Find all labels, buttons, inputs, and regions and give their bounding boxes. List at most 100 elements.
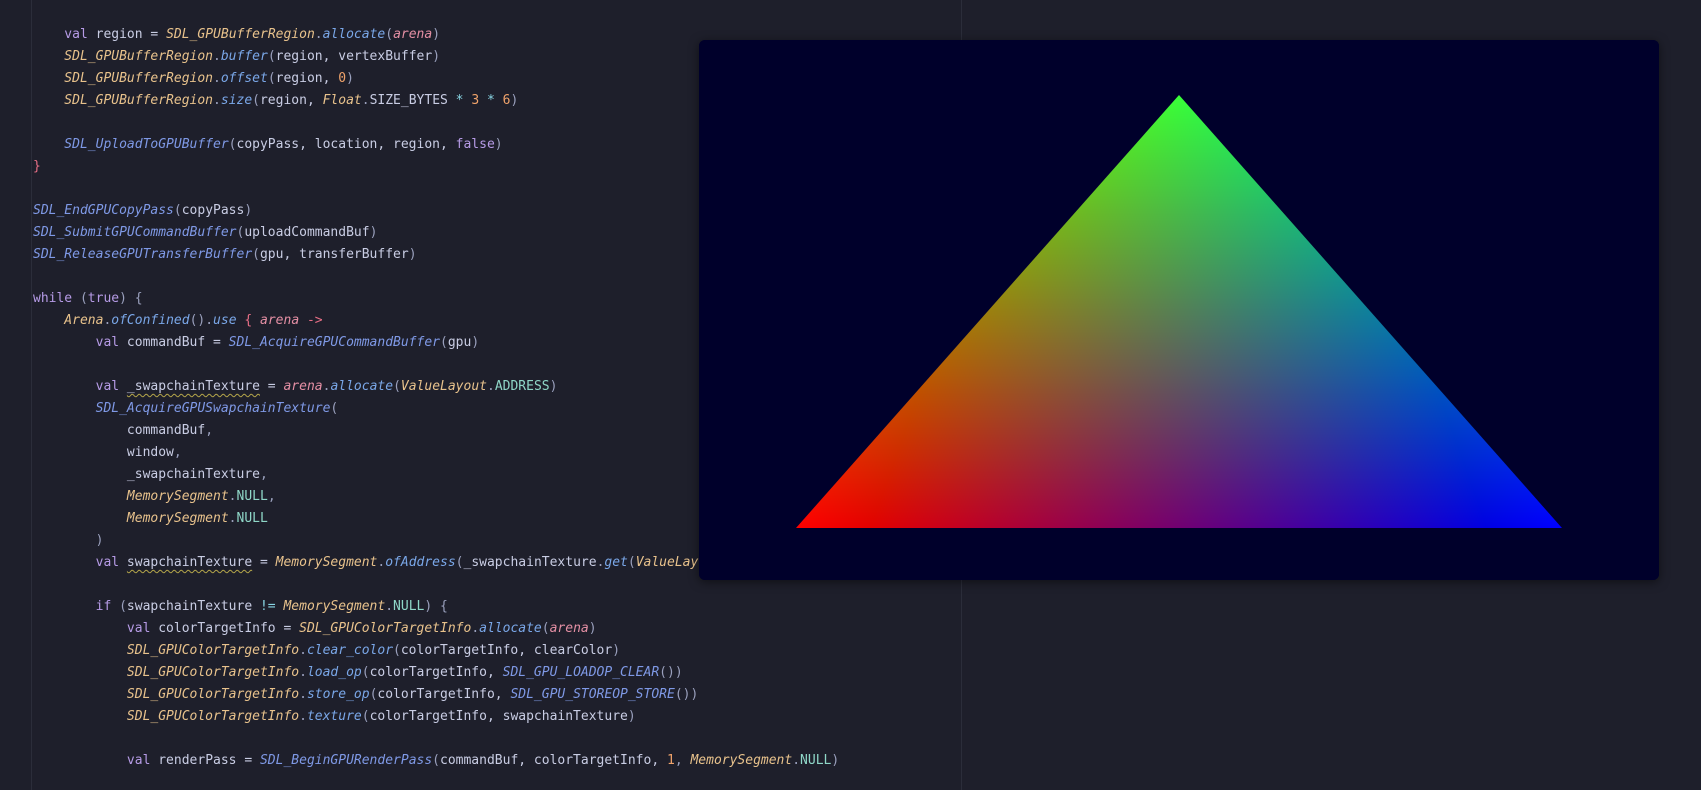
code-line[interactable]: MemorySegment.NULL, <box>33 486 276 508</box>
code-line[interactable]: SDL_GPUColorTargetInfo.texture(colorTarg… <box>33 706 636 728</box>
code-token: ) <box>432 49 441 64</box>
code-line[interactable]: SDL_AcquireGPUSwapchainTexture( <box>33 398 339 420</box>
code-line[interactable]: SDL_ReleaseGPUTransferBuffer(gpu, transf… <box>33 244 417 266</box>
code-token: region, vertexBuffer <box>275 49 433 64</box>
code-line[interactable]: MemorySegment.NULL <box>33 508 268 530</box>
code-token: colorTargetInfo, clearColor <box>400 643 613 658</box>
code-token: region = <box>95 27 167 42</box>
code-token: } <box>33 159 41 174</box>
code-line[interactable]: val commandBuf = SDL_AcquireGPUCommandBu… <box>33 332 480 354</box>
code-token: . <box>228 489 237 504</box>
code-token: size <box>220 93 253 108</box>
code-line[interactable]: SDL_GPUBufferRegion.size(region, Float.S… <box>33 90 518 112</box>
code-line[interactable]: val region = SDL_GPUBufferRegion.allocat… <box>33 24 440 46</box>
code-token: arena <box>260 313 307 328</box>
code-token: gpu <box>447 335 472 350</box>
code-token: ( <box>361 709 370 724</box>
code-token: ) <box>408 247 417 262</box>
code-token: val <box>33 753 159 768</box>
code-token: SDL_GPUColorTargetInfo <box>33 709 300 724</box>
code-token: MemorySegment <box>275 555 378 570</box>
code-token: SDL_GPUBufferRegion <box>33 49 214 64</box>
sdl-render-window[interactable] <box>699 40 1659 580</box>
code-token: 1 <box>666 753 675 768</box>
code-token: false <box>455 137 495 152</box>
code-token: ( <box>252 93 260 108</box>
code-token: . <box>361 93 370 108</box>
code-line[interactable]: val swapchainTexture = MemorySegment.ofA… <box>33 552 722 574</box>
code-token: SDL_BeginGPURenderPass <box>259 753 433 768</box>
code-line[interactable]: while (true) { <box>33 288 143 310</box>
code-token: commandBuf = <box>126 335 229 350</box>
code-token: ( <box>79 291 88 306</box>
code-token: commandBuf <box>33 423 206 438</box>
code-token: ) <box>612 643 621 658</box>
code-token: store_op <box>306 687 370 702</box>
code-token: ) <box>549 379 558 394</box>
code-token: SDL_GPUBufferRegion <box>166 27 315 42</box>
code-line[interactable]: SDL_UploadToGPUBuffer(copyPass, location… <box>33 134 502 156</box>
code-token: . <box>213 71 221 86</box>
code-token: _swapchainTexture <box>463 555 597 570</box>
code-line[interactable]: _swapchainTexture, <box>33 464 268 486</box>
code-token: load_op <box>306 665 362 680</box>
code-line[interactable]: SDL_GPUBufferRegion.offset(region, 0) <box>33 68 354 90</box>
code-line[interactable]: SDL_SubmitGPUCommandBuffer(uploadCommand… <box>33 222 377 244</box>
code-line[interactable]: val _swapchainTexture = arena. allocate(V… <box>33 376 558 398</box>
code-token: , <box>205 423 214 438</box>
code-line[interactable]: commandBuf, <box>33 420 213 442</box>
code-token: Arena <box>33 313 104 328</box>
code-token: ) <box>627 709 636 724</box>
code-token: SDL_AcquireGPUCommandBuffer <box>228 335 440 350</box>
code-token: MemorySegment <box>690 753 793 768</box>
code-token: ( <box>627 555 636 570</box>
code-token: ( <box>385 27 394 42</box>
code-token: SDL_SubmitGPUCommandBuffer <box>33 225 237 240</box>
code-token: * <box>455 93 472 108</box>
code-line[interactable]: val renderPass = SDL_BeginGPURenderPass(… <box>33 750 839 772</box>
code-line[interactable]: SDL_GPUColorTargetInfo.load_op(colorTarg… <box>33 662 683 684</box>
code-token: allocate <box>479 621 542 636</box>
code-token: ( <box>330 401 339 416</box>
code-token: colorTargetInfo, <box>377 687 511 702</box>
code-line[interactable]: SDL_GPUBufferRegion.buffer(region, verte… <box>33 46 440 68</box>
code-token: SDL_GPU_STOREOP_STORE <box>510 687 675 702</box>
code-token: region, <box>259 93 323 108</box>
code-token: SDL_GPUColorTargetInfo <box>33 687 300 702</box>
code-line[interactable]: Arena.ofConfined().use { arena -> <box>33 310 323 332</box>
code-token: ofConfined <box>111 313 190 328</box>
code-token: ( <box>228 137 237 152</box>
code-token: ( <box>361 665 370 680</box>
code-line[interactable]: if (swapchainTexture != MemorySegment.NU… <box>33 596 448 618</box>
code-line[interactable]: } <box>33 156 41 178</box>
code-line[interactable]: val colorTargetInfo = SDL_GPUColorTarget… <box>33 618 597 640</box>
code-line[interactable]: ) <box>33 530 104 552</box>
code-line[interactable]: SDL_GPUColorTargetInfo.clear_color(color… <box>33 640 620 662</box>
code-line[interactable]: window, <box>33 442 182 464</box>
code-token: renderPass = <box>158 753 260 768</box>
code-token: swapchainTexture <box>126 555 253 570</box>
code-token: . <box>213 49 221 64</box>
code-token: MemorySegment <box>33 489 229 504</box>
code-token: window <box>33 445 174 460</box>
code-token: _swapchainTexture <box>33 467 260 482</box>
code-line[interactable]: SDL_EndGPUCopyPass(copyPass) <box>33 200 252 222</box>
code-token: . <box>299 665 307 680</box>
code-token: ( <box>432 753 440 768</box>
code-token: = <box>252 555 276 570</box>
code-token: val <box>33 621 159 636</box>
code-token: _swapchainTexture <box>126 379 260 394</box>
code-token: buffer <box>220 49 268 64</box>
code-token: 3 <box>471 93 487 108</box>
code-token: . <box>314 27 323 42</box>
code-line[interactable]: SDL_GPUColorTargetInfo.store_op(colorTar… <box>33 684 698 706</box>
code-token: val <box>33 555 127 570</box>
code-token: MemorySegment <box>33 511 229 526</box>
code-token: ) <box>244 203 253 218</box>
code-token: . <box>213 93 221 108</box>
code-token: colorTargetInfo = <box>158 621 300 636</box>
code-token: ) { <box>424 599 448 614</box>
code-token: ( <box>267 49 276 64</box>
code-token: ( <box>393 643 401 658</box>
code-token: -> <box>306 313 323 328</box>
